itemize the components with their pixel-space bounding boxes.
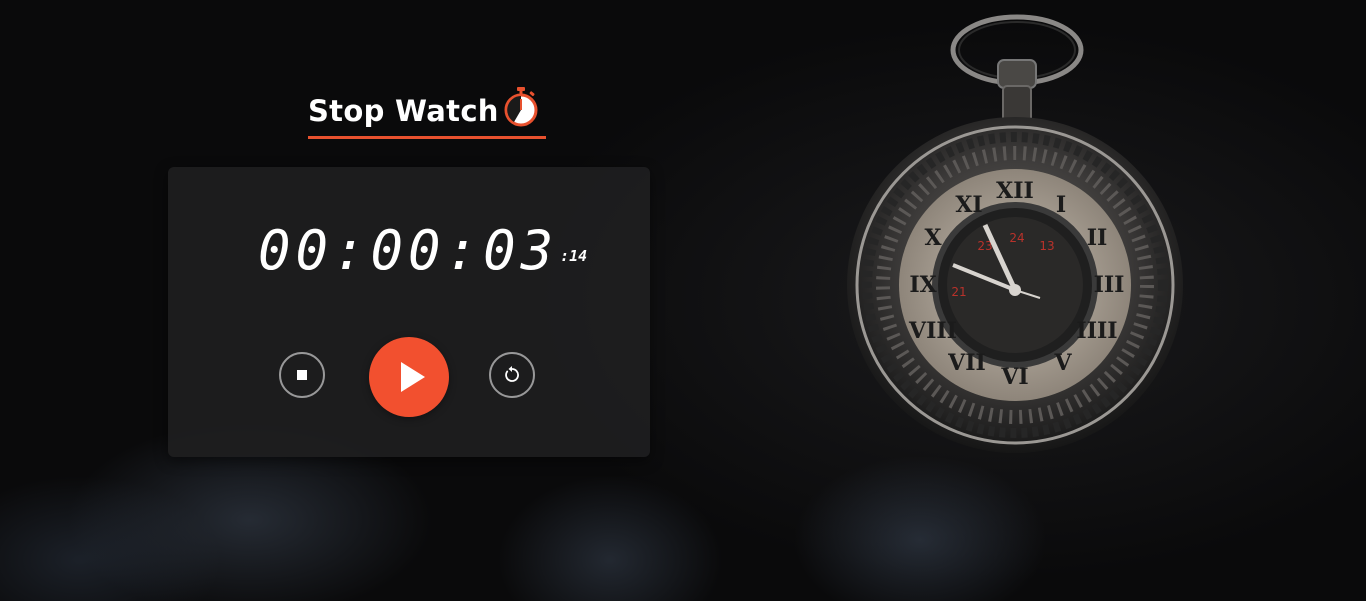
stop-icon	[297, 370, 307, 380]
svg-text:IIII: IIII	[1076, 318, 1117, 344]
svg-text:21: 21	[951, 285, 966, 299]
page-header: Stop Watch	[308, 86, 546, 140]
stopwatch-card: 00:00:03:14	[168, 167, 650, 457]
svg-text:XII: XII	[996, 178, 1034, 204]
play-icon	[401, 362, 425, 392]
stop-button[interactable]	[279, 352, 325, 398]
svg-text:I: I	[1056, 192, 1066, 218]
svg-text:VI: VI	[1000, 364, 1028, 390]
elapsed-milliseconds: :14	[560, 247, 588, 265]
svg-text:IX: IX	[909, 272, 937, 298]
reset-button[interactable]	[489, 352, 535, 398]
svg-text:VIII: VIII	[908, 318, 957, 344]
reset-icon	[505, 366, 519, 382]
svg-text:II: II	[1087, 225, 1108, 251]
title-underline	[308, 136, 546, 139]
svg-text:X: X	[924, 225, 942, 251]
svg-text:V: V	[1053, 350, 1072, 376]
start-button[interactable]	[369, 337, 449, 417]
elapsed-time: 00:00:03	[258, 219, 559, 282]
pocket-watch-background-image: XII I II III IIII V VI VII VIII IX X XI …	[847, 14, 1183, 453]
svg-text:24: 24	[1009, 231, 1024, 245]
svg-text:VII: VII	[947, 350, 986, 376]
stopwatch-controls	[168, 337, 650, 417]
svg-text:III: III	[1094, 272, 1125, 298]
svg-text:13: 13	[1039, 239, 1054, 253]
time-display: 00:00:03:14	[258, 219, 587, 283]
stopwatch-icon	[504, 87, 538, 127]
page-title: Stop Watch	[308, 94, 499, 128]
svg-text:XI: XI	[955, 192, 982, 218]
